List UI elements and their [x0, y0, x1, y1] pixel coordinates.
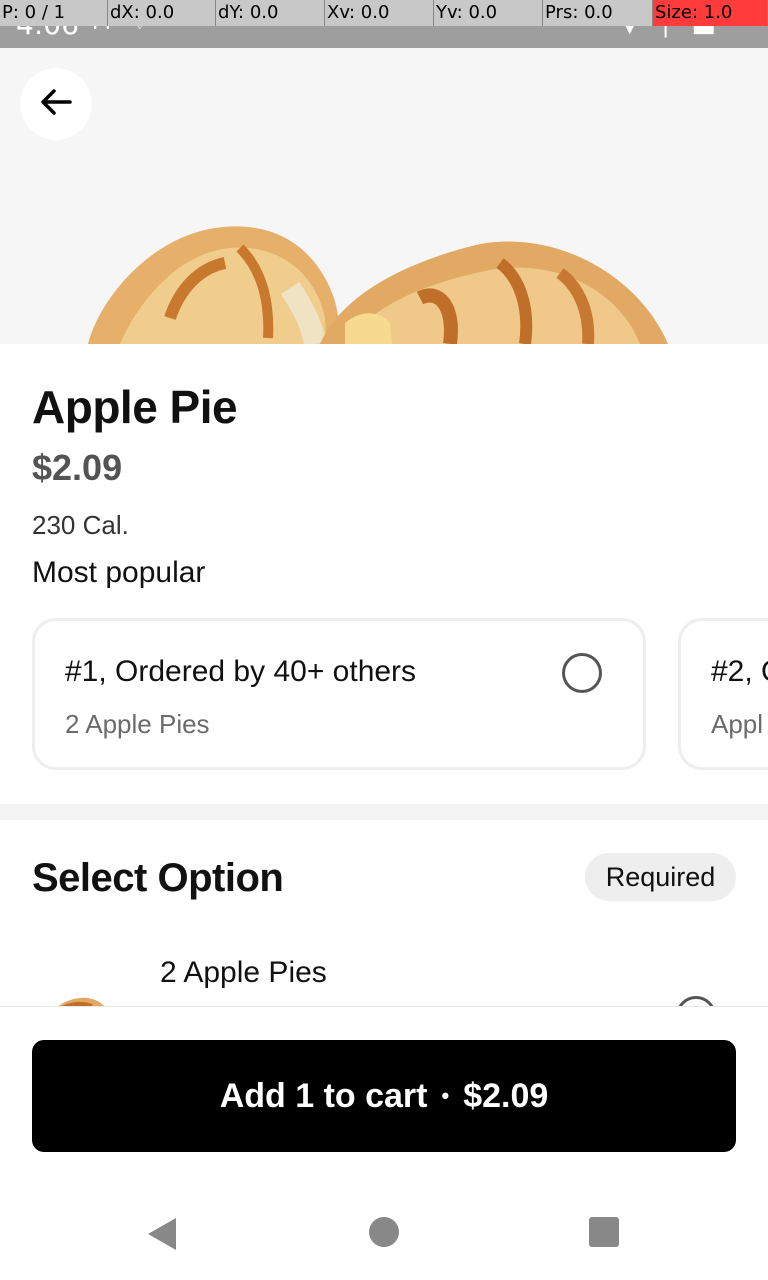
debug-size: Size: 1.0 — [653, 0, 768, 26]
popular-card-radio[interactable] — [562, 653, 602, 693]
back-button[interactable] — [20, 68, 92, 140]
cart-button-label: Add 1 to cart — [219, 1076, 428, 1115]
debug-pointer: P: 0 / 1 — [0, 0, 108, 26]
debug-prs: Prs: 0.0 — [543, 0, 653, 26]
popular-card-2[interactable]: #2, O Appl — [678, 618, 768, 770]
arrow-left-icon — [38, 84, 74, 125]
debug-dx: dX: 0.0 — [108, 0, 216, 26]
item-price: $2.09 — [32, 447, 123, 488]
popular-card-title: #2, O — [711, 655, 768, 688]
item-calories: 230 Cal. — [32, 510, 129, 540]
nav-home-icon[interactable] — [369, 1217, 399, 1247]
cart-button-price: $2.09 — [463, 1076, 549, 1115]
option-radio[interactable] — [676, 996, 716, 1006]
nav-recents-icon[interactable] — [589, 1217, 619, 1247]
popular-card-1[interactable]: #1, Ordered by 40+ others 2 Apple Pies — [32, 618, 646, 770]
debug-dy: dY: 0.0 — [216, 0, 325, 26]
add-to-cart-button[interactable]: Add 1 to cart • $2.09 — [32, 1040, 736, 1152]
option-row[interactable]: 2 Apple Pies — [0, 940, 768, 1006]
select-option-title: Select Option — [32, 856, 284, 900]
pointer-location-overlay: P: 0 / 1 dX: 0.0 dY: 0.0 Xv: 0.0 Yv: 0.0… — [0, 0, 768, 26]
popular-card-title: #1, Ordered by 40+ others — [65, 655, 417, 688]
section-divider — [0, 804, 768, 820]
popular-card-subtitle: 2 Apple Pies — [65, 709, 210, 739]
item-hero-image-area — [0, 48, 768, 344]
cart-button-separator: • — [441, 1083, 450, 1108]
popular-card-subtitle: Appl — [711, 709, 764, 739]
option-thumbnail-image — [58, 997, 105, 1006]
most-popular-label: Most popular — [32, 556, 206, 589]
apple-pie-image — [88, 226, 668, 344]
debug-xv: Xv: 0.0 — [325, 0, 434, 26]
item-title: Apple Pie — [32, 381, 238, 433]
required-badge: Required — [585, 853, 736, 901]
navigation-bar — [0, 1192, 768, 1280]
option-label: 2 Apple Pies — [160, 956, 327, 989]
nav-back-icon[interactable] — [146, 1216, 178, 1257]
debug-yv: Yv: 0.0 — [434, 0, 543, 26]
